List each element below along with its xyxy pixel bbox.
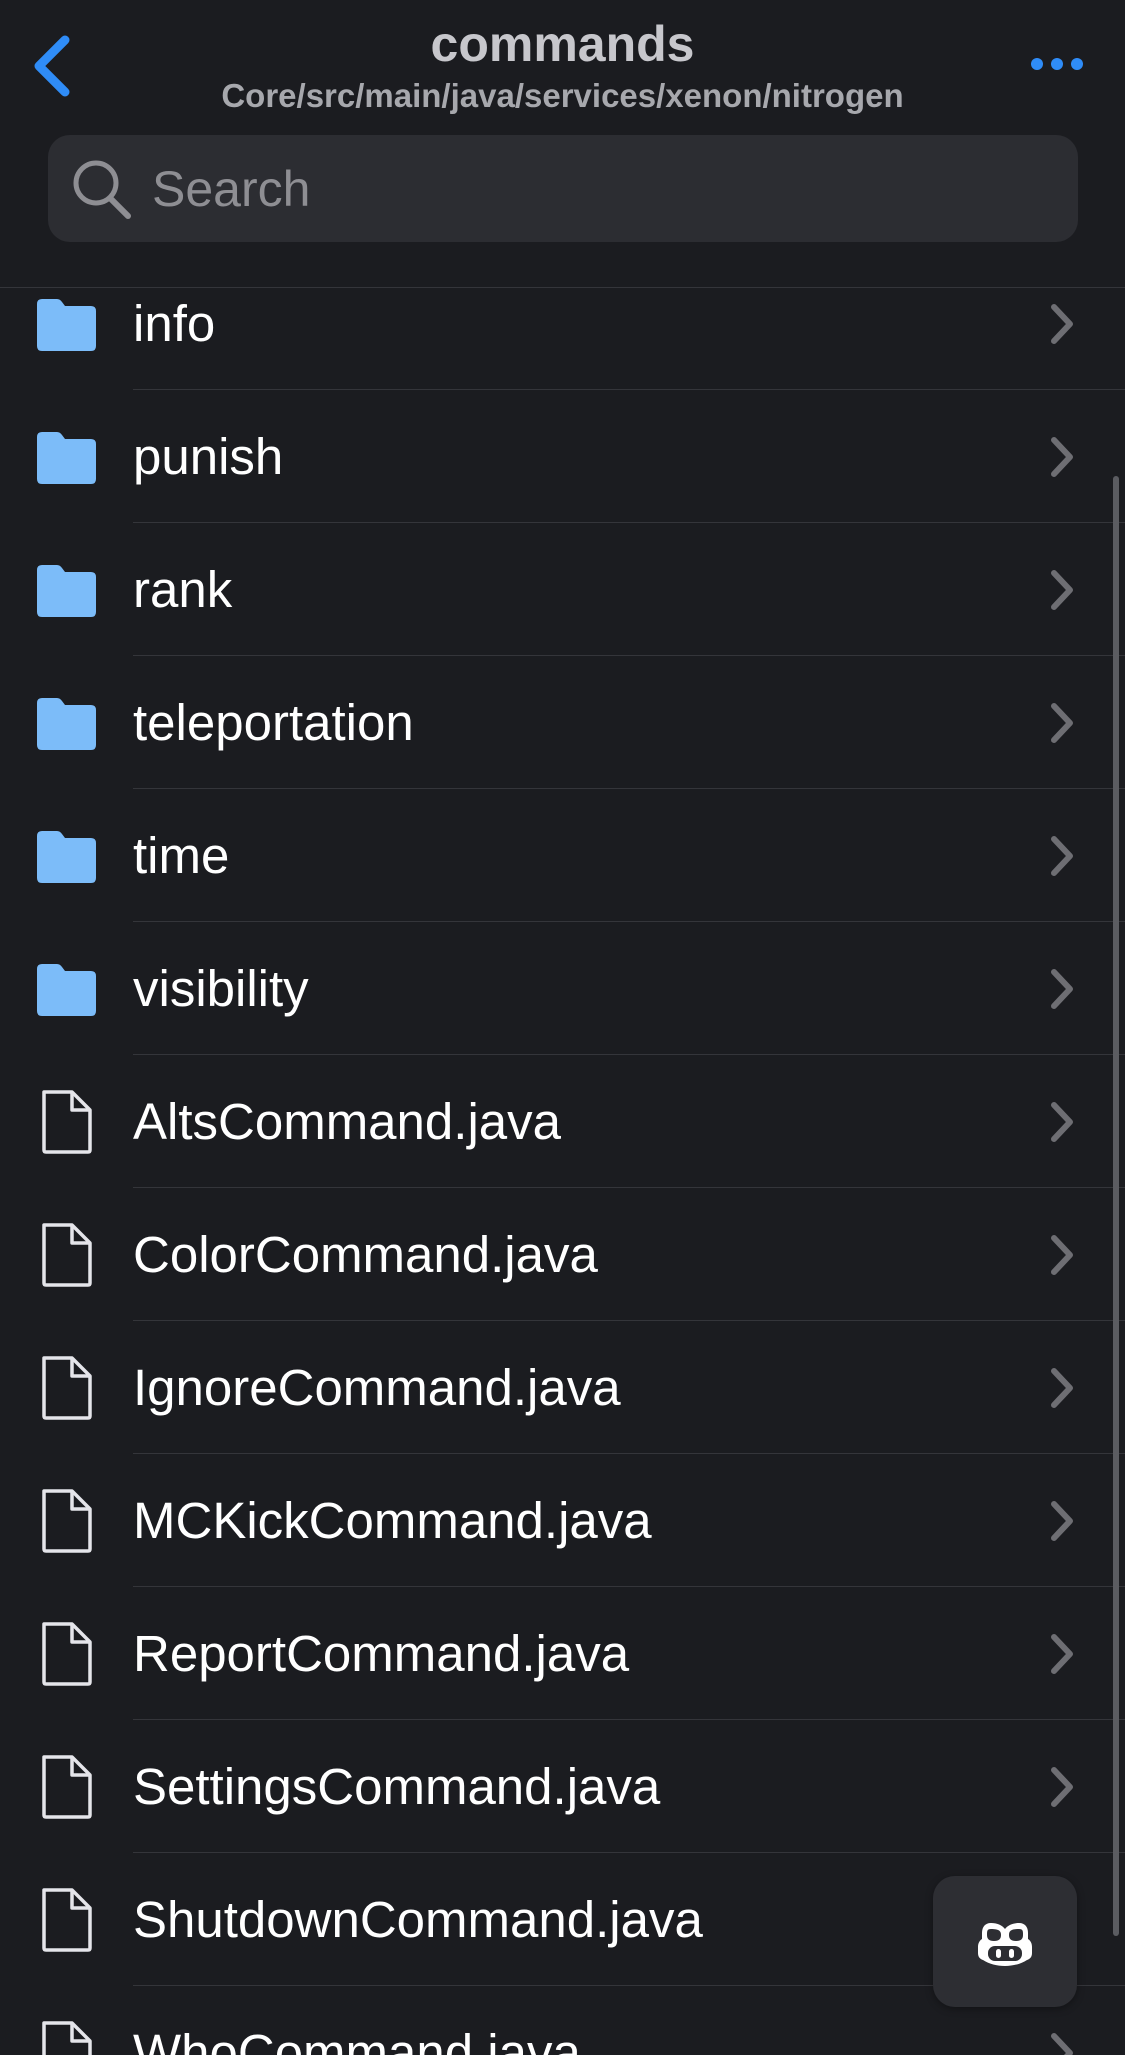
file-name: AltsCommand.java <box>133 1092 561 1150</box>
file-icon <box>33 1222 99 1287</box>
file-icon <box>33 1355 99 1420</box>
file-name: ShutdownCommand.java <box>133 1890 703 1948</box>
folder-icon <box>33 958 99 1020</box>
more-options-button[interactable] <box>1017 38 1097 90</box>
chevron-right-icon <box>1047 1232 1077 1278</box>
navigation-header: commands Core/src/main/java/services/xen… <box>0 0 1125 288</box>
chevron-right-icon <box>1047 700 1077 746</box>
search-bar[interactable] <box>48 135 1078 242</box>
folder-row[interactable]: rank <box>0 523 1125 656</box>
folder-row[interactable]: visibility <box>0 922 1125 1055</box>
chevron-right-icon <box>1047 1631 1077 1677</box>
folder-row[interactable]: time <box>0 789 1125 922</box>
file-name: ColorCommand.java <box>133 1225 598 1283</box>
file-icon <box>33 1089 99 1154</box>
file-row[interactable]: SettingsCommand.java <box>0 1720 1125 1853</box>
folder-name: rank <box>133 560 233 618</box>
chevron-right-icon <box>1047 301 1077 347</box>
file-row[interactable]: ColorCommand.java <box>0 1188 1125 1321</box>
file-icon <box>33 1887 99 1952</box>
page-title: commands <box>430 16 695 72</box>
copilot-icon <box>978 1922 1032 1966</box>
file-name: ReportCommand.java <box>133 1624 630 1682</box>
file-name: MCKickCommand.java <box>133 1491 652 1549</box>
chevron-right-icon <box>1047 434 1077 480</box>
file-row[interactable]: MCKickCommand.java <box>0 1454 1125 1587</box>
file-name: WhoCommand.java <box>133 2023 581 2055</box>
chevron-right-icon <box>1047 966 1077 1012</box>
folder-name: teleportation <box>133 693 414 751</box>
chevron-right-icon <box>1047 1365 1077 1411</box>
chevron-right-icon <box>1047 1764 1077 1810</box>
chevron-left-icon <box>34 35 70 97</box>
file-row[interactable]: AltsCommand.java <box>0 1055 1125 1188</box>
chevron-right-icon <box>1047 1498 1077 1544</box>
search-icon <box>73 160 131 219</box>
file-icon <box>33 1621 99 1686</box>
folder-name: visibility <box>133 959 309 1017</box>
folder-row[interactable]: info <box>0 289 1125 390</box>
search-input[interactable] <box>150 158 1034 219</box>
folder-row[interactable]: teleportation <box>0 656 1125 789</box>
file-browser-screen: commands Core/src/main/java/services/xen… <box>0 0 1125 2055</box>
chevron-right-icon <box>1047 833 1077 879</box>
file-row[interactable]: IgnoreCommand.java <box>0 1321 1125 1454</box>
folder-name: time <box>133 826 230 884</box>
folder-row[interactable]: punish <box>0 390 1125 523</box>
folder-icon <box>33 293 99 355</box>
ellipsis-icon <box>1031 58 1043 70</box>
folder-icon <box>33 825 99 887</box>
copilot-button[interactable] <box>933 1876 1077 2007</box>
folder-icon <box>33 426 99 488</box>
chevron-right-icon <box>1047 1099 1077 1145</box>
file-icon <box>33 2020 99 2055</box>
folder-name: punish <box>133 427 284 485</box>
scrollbar[interactable] <box>1113 476 1119 1936</box>
file-name: SettingsCommand.java <box>133 1757 661 1815</box>
file-row[interactable]: ReportCommand.java <box>0 1587 1125 1720</box>
chevron-right-icon <box>1047 2030 1077 2055</box>
folder-path: Core/src/main/java/services/xenon/nitrog… <box>221 77 904 114</box>
folder-icon <box>33 559 99 621</box>
chevron-right-icon <box>1047 567 1077 613</box>
back-button[interactable] <box>18 28 88 104</box>
file-list: info punish rank teleportation time visibilit… <box>0 289 1125 2055</box>
folder-name: info <box>133 294 216 352</box>
file-icon <box>33 1488 99 1553</box>
file-icon <box>33 1754 99 1819</box>
folder-icon <box>33 692 99 754</box>
file-name: IgnoreCommand.java <box>133 1358 621 1416</box>
